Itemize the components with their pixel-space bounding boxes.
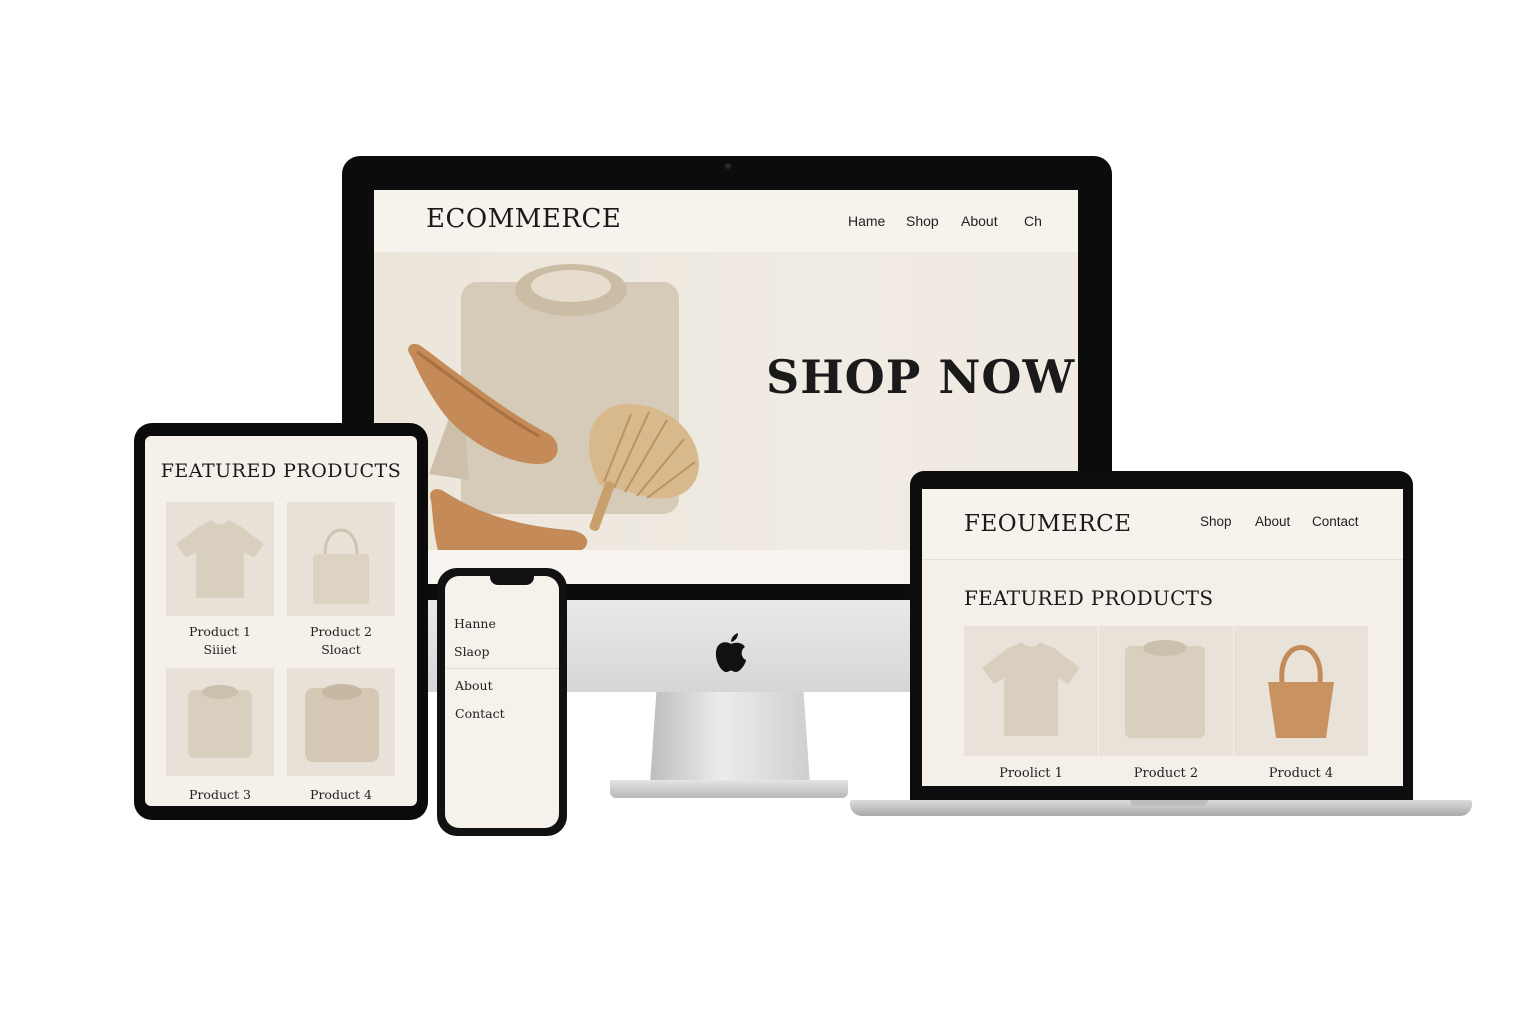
laptop-nav-shop[interactable]: Shop — [1200, 514, 1232, 529]
laptop-site-logo[interactable]: FEOUMERCE — [964, 511, 1132, 537]
nav-link-contact[interactable]: Ch — [1024, 213, 1042, 229]
phone-menu-divider — [445, 668, 559, 669]
laptop-product-card-3[interactable] — [1234, 626, 1368, 756]
tote-bag-icon — [313, 528, 369, 604]
laptop-product-1-name[interactable]: Proolict 1 — [964, 766, 1098, 781]
imac-stand-neck — [650, 692, 810, 784]
imac-camera — [725, 163, 731, 169]
laptop-product-card-1[interactable] — [964, 626, 1098, 756]
imac-stand-foot — [610, 780, 848, 798]
product-1-sub: Siiiet — [203, 642, 237, 657]
phone-menu-home[interactable]: Hanne — [454, 616, 496, 631]
laptop-product-3-name[interactable]: Product 4 — [1234, 766, 1368, 781]
product-3-name[interactable]: Product 3 — [160, 787, 280, 802]
phone-menu-shop[interactable]: Slaop — [454, 644, 490, 659]
laptop-product-2-name[interactable]: Product 2 — [1099, 766, 1233, 781]
site-logo[interactable]: ECOMMERCE — [426, 204, 621, 234]
shop-now-button[interactable]: SHOP NOW — [766, 350, 1075, 404]
hero-product-image — [408, 264, 699, 554]
product-2-name[interactable]: Product 2 — [281, 624, 401, 639]
laptop-featured-title: FEATURED PRODUCTS — [964, 586, 1214, 610]
featured-products-title: FEATURED PRODUCTS — [160, 460, 402, 482]
nav-link-about[interactable]: About — [961, 213, 998, 229]
phone-screen: Hanne Slaop About Contact — [445, 576, 559, 828]
product-4-name[interactable]: Product 4 — [281, 787, 401, 802]
nav-link-home[interactable]: Hame — [848, 213, 885, 229]
phone-notch — [490, 576, 534, 585]
tshirt-icon — [982, 642, 1080, 736]
product-card-2[interactable] — [287, 502, 395, 616]
product-1-name[interactable]: Product 1 — [160, 624, 280, 639]
desktop-site-header: ECOMMERCE Hame Shop About Ch — [374, 190, 1078, 253]
folded-sweater-icon — [305, 684, 379, 762]
folded-shirt-icon — [1125, 640, 1205, 738]
phone-menu-contact[interactable]: Contact — [455, 706, 505, 721]
phone-menu-about[interactable]: About — [455, 678, 493, 693]
product-card-1[interactable] — [166, 502, 274, 616]
nav-link-shop[interactable]: Shop — [906, 213, 939, 229]
tshirt-icon — [176, 520, 264, 598]
laptop-nav-about[interactable]: About — [1255, 514, 1290, 529]
product-card-3[interactable] — [166, 668, 274, 776]
apple-logo-icon — [715, 633, 746, 673]
laptop-site-header: FEOUMERCE Shop About Contact — [922, 489, 1403, 560]
laptop-screen: FEOUMERCE Shop About Contact FEATURED PR… — [922, 489, 1403, 786]
folded-shirt-icon — [188, 685, 252, 758]
laptop-product-card-2[interactable] — [1099, 626, 1233, 756]
product-2-sub: Sloact — [321, 642, 361, 657]
tablet-screen: FEATURED PRODUCTS Product 1 Siiiet Produ… — [145, 436, 417, 806]
product-card-4[interactable] — [287, 668, 395, 776]
laptop-nav-contact[interactable]: Contact — [1312, 514, 1359, 529]
laptop-base-notch — [1130, 800, 1208, 806]
handbag-icon — [1268, 645, 1334, 738]
